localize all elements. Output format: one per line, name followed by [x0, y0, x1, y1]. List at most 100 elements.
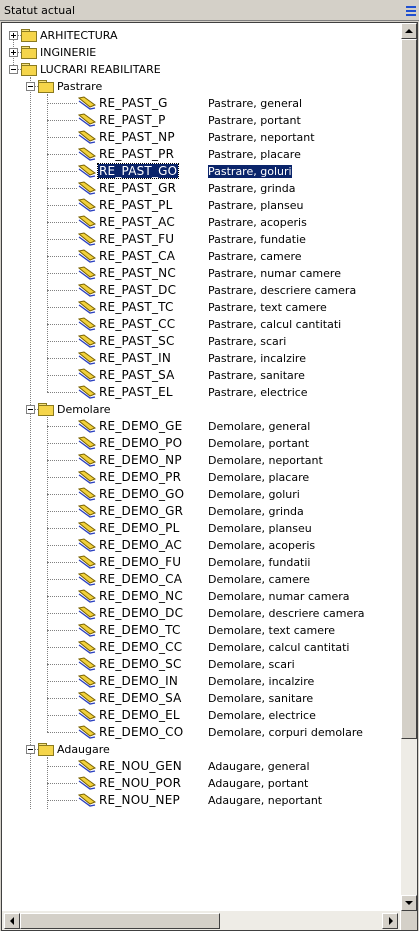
tree-layer-row[interactable]: RE_NOU_NEP Adaugare, neportant: [2, 792, 400, 809]
tree-layer-row[interactable]: RE_PAST_NP Pastrare, neportant: [2, 129, 400, 146]
tree-layer-row[interactable]: RE_DEMO_EL Demolare, electrice: [2, 707, 400, 724]
folder-body: [38, 82, 54, 93]
collapse-toggle[interactable]: [9, 65, 18, 74]
tree-layer-row[interactable]: RE_PAST_SC Pastrare, scari: [2, 333, 400, 350]
tree-layer-row[interactable]: RE_PAST_GR Pastrare, grinda: [2, 180, 400, 197]
tree-layer-row[interactable]: RE_DEMO_FU Demolare, fundatii: [2, 554, 400, 571]
layer-code: RE_PAST_AC: [99, 215, 175, 229]
tree-layer-row[interactable]: RE_PAST_TC Pastrare, text camere: [2, 299, 400, 316]
layer-icon: [77, 606, 97, 620]
tree-layer-row[interactable]: RE_PAST_CA Pastrare, camere: [2, 248, 400, 265]
tree-folder-row[interactable]: ARHITECTURA: [2, 27, 400, 44]
arrow-left-icon: [10, 917, 14, 925]
tree-layer-row[interactable]: RE_DEMO_CC Demolare, calcul cantitati: [2, 639, 400, 656]
tree-layer-row[interactable]: RE_PAST_EL Pastrare, electrice: [2, 384, 400, 401]
layer-code: RE_DEMO_IN: [99, 674, 179, 688]
tree-layer-row[interactable]: RE_PAST_PL Pastrare, planseu: [2, 197, 400, 214]
tree-layer-row[interactable]: RE_DEMO_SA Demolare, sanitare: [2, 690, 400, 707]
layer-icon: [77, 436, 97, 450]
tree-layer-row[interactable]: RE_PAST_DC Pastrare, descriere camera: [2, 282, 400, 299]
tree-layer-row[interactable]: RE_PAST_FU Pastrare, fundatie: [2, 231, 400, 248]
tree-connector-line: [47, 239, 77, 240]
tree-layer-row[interactable]: RE_PAST_GO Pastrare, goluri: [2, 163, 400, 180]
collapse-toggle[interactable]: [26, 745, 35, 754]
tree-connector-line: [47, 494, 77, 495]
tree-layer-row[interactable]: RE_DEMO_PO Demolare, portant: [2, 435, 400, 452]
folder-body: [38, 745, 54, 756]
tree-layer-row[interactable]: RE_DEMO_GO Demolare, goluri: [2, 486, 400, 503]
layer-description: Demolare, electrice: [208, 709, 316, 722]
layer-code: RE_DEMO_AC: [99, 538, 182, 552]
minus-icon: [28, 409, 33, 410]
tree-layer-row[interactable]: RE_PAST_NC Pastrare, numar camere: [2, 265, 400, 282]
tree-layer-row[interactable]: RE_DEMO_NP Demolare, neportant: [2, 452, 400, 469]
tree-layer-row[interactable]: RE_DEMO_SC Demolare, scari: [2, 656, 400, 673]
tree-layer-row[interactable]: RE_NOU_GEN Adaugare, general: [2, 758, 400, 775]
plus-icon: [13, 50, 14, 55]
tree-layer-row[interactable]: RE_PAST_PR Pastrare, placare: [2, 146, 400, 163]
tree-layer-row[interactable]: RE_DEMO_CA Demolare, camere: [2, 571, 400, 588]
tree-connector-line: [47, 528, 77, 529]
layer-code: RE_PAST_EL: [99, 385, 173, 399]
tree-layer-row[interactable]: RE_DEMO_AC Demolare, acoperis: [2, 537, 400, 554]
tree-layer-row[interactable]: RE_DEMO_NC Demolare, numar camera: [2, 588, 400, 605]
layer-description: Demolare, planseu: [208, 522, 312, 535]
layer-icon: [77, 385, 97, 399]
layer-description: Pastrare, neportant: [208, 131, 315, 144]
layer-icon: [77, 521, 97, 535]
layer-code: RE_PAST_SC: [99, 334, 175, 348]
tree-layer-row[interactable]: RE_DEMO_GR Demolare, grinda: [2, 503, 400, 520]
tree-connector-line: [47, 392, 77, 393]
horizontal-scrollbar[interactable]: [2, 911, 400, 930]
collapse-toggle[interactable]: [26, 405, 35, 414]
tree-layer-row[interactable]: RE_DEMO_PL Demolare, planseu: [2, 520, 400, 537]
tree-layer-row[interactable]: RE_PAST_P Pastrare, portant: [2, 112, 400, 129]
tree-layer-row[interactable]: RE_DEMO_TC Demolare, text camere: [2, 622, 400, 639]
layer-icon: [77, 130, 97, 144]
tree-layer-row[interactable]: RE_PAST_SA Pastrare, sanitare: [2, 367, 400, 384]
scroll-right-button[interactable]: [382, 913, 398, 929]
tree-connector-line: [47, 647, 77, 648]
layer-icon: [77, 351, 97, 365]
layer-description: Pastrare, numar camere: [208, 267, 341, 280]
menu-icon[interactable]: [403, 3, 419, 18]
layer-code: RE_PAST_NP: [99, 130, 175, 144]
layer-description: Pastrare, incalzire: [208, 352, 306, 365]
layer-description: Pastrare, scari: [208, 335, 287, 348]
horizontal-scroll-thumb[interactable]: [20, 913, 220, 929]
scroll-up-button[interactable]: [401, 23, 417, 39]
scroll-left-button[interactable]: [4, 913, 20, 929]
layer-description: Pastrare, descriere camera: [208, 284, 357, 297]
tree-connector-line: [47, 273, 77, 274]
vertical-scrollbar[interactable]: [401, 23, 417, 911]
layer-description: Demolare, placare: [208, 471, 310, 484]
expand-toggle[interactable]: [9, 31, 18, 40]
tree-layer-row[interactable]: RE_PAST_G Pastrare, general: [2, 95, 400, 112]
tree-layer-row[interactable]: RE_DEMO_CO Demolare, corpuri demolare: [2, 724, 400, 741]
tree-layer-row[interactable]: RE_NOU_POR Adaugare, portant: [2, 775, 400, 792]
tree-folder-row[interactable]: LUCRARI REABILITARE: [2, 61, 400, 78]
collapse-toggle[interactable]: [26, 82, 35, 91]
tree-layer-row[interactable]: RE_DEMO_PR Demolare, placare: [2, 469, 400, 486]
layer-icon: [77, 232, 97, 246]
expand-toggle[interactable]: [9, 48, 18, 57]
vertical-scroll-thumb[interactable]: [401, 39, 417, 739]
minus-icon: [28, 86, 33, 87]
tree-layer-row[interactable]: RE_DEMO_GE Demolare, general: [2, 418, 400, 435]
scroll-down-button[interactable]: [401, 895, 417, 911]
layer-description: Pastrare, sanitare: [208, 369, 305, 382]
minus-icon: [11, 69, 16, 70]
tree-layer-row[interactable]: RE_PAST_IN Pastrare, incalzire: [2, 350, 400, 367]
tree-layer-row[interactable]: RE_DEMO_DC Demolare, descriere camera: [2, 605, 400, 622]
tree-connector-line: [47, 630, 77, 631]
tree-layer-row[interactable]: RE_DEMO_IN Demolare, incalzire: [2, 673, 400, 690]
tree-folder-row[interactable]: Demolare: [2, 401, 400, 418]
layer-description: Pastrare, electrice: [208, 386, 308, 399]
tree-connector-line: [47, 307, 77, 308]
tree-folder-row[interactable]: Pastrare: [2, 78, 400, 95]
tree-layer-row[interactable]: RE_PAST_CC Pastrare, calcul cantitati: [2, 316, 400, 333]
tree-folder-row[interactable]: INGINERIE: [2, 44, 400, 61]
tree-folder-row[interactable]: Adaugare: [2, 741, 400, 758]
folder-icon: [21, 63, 37, 76]
tree-layer-row[interactable]: RE_PAST_AC Pastrare, acoperis: [2, 214, 400, 231]
